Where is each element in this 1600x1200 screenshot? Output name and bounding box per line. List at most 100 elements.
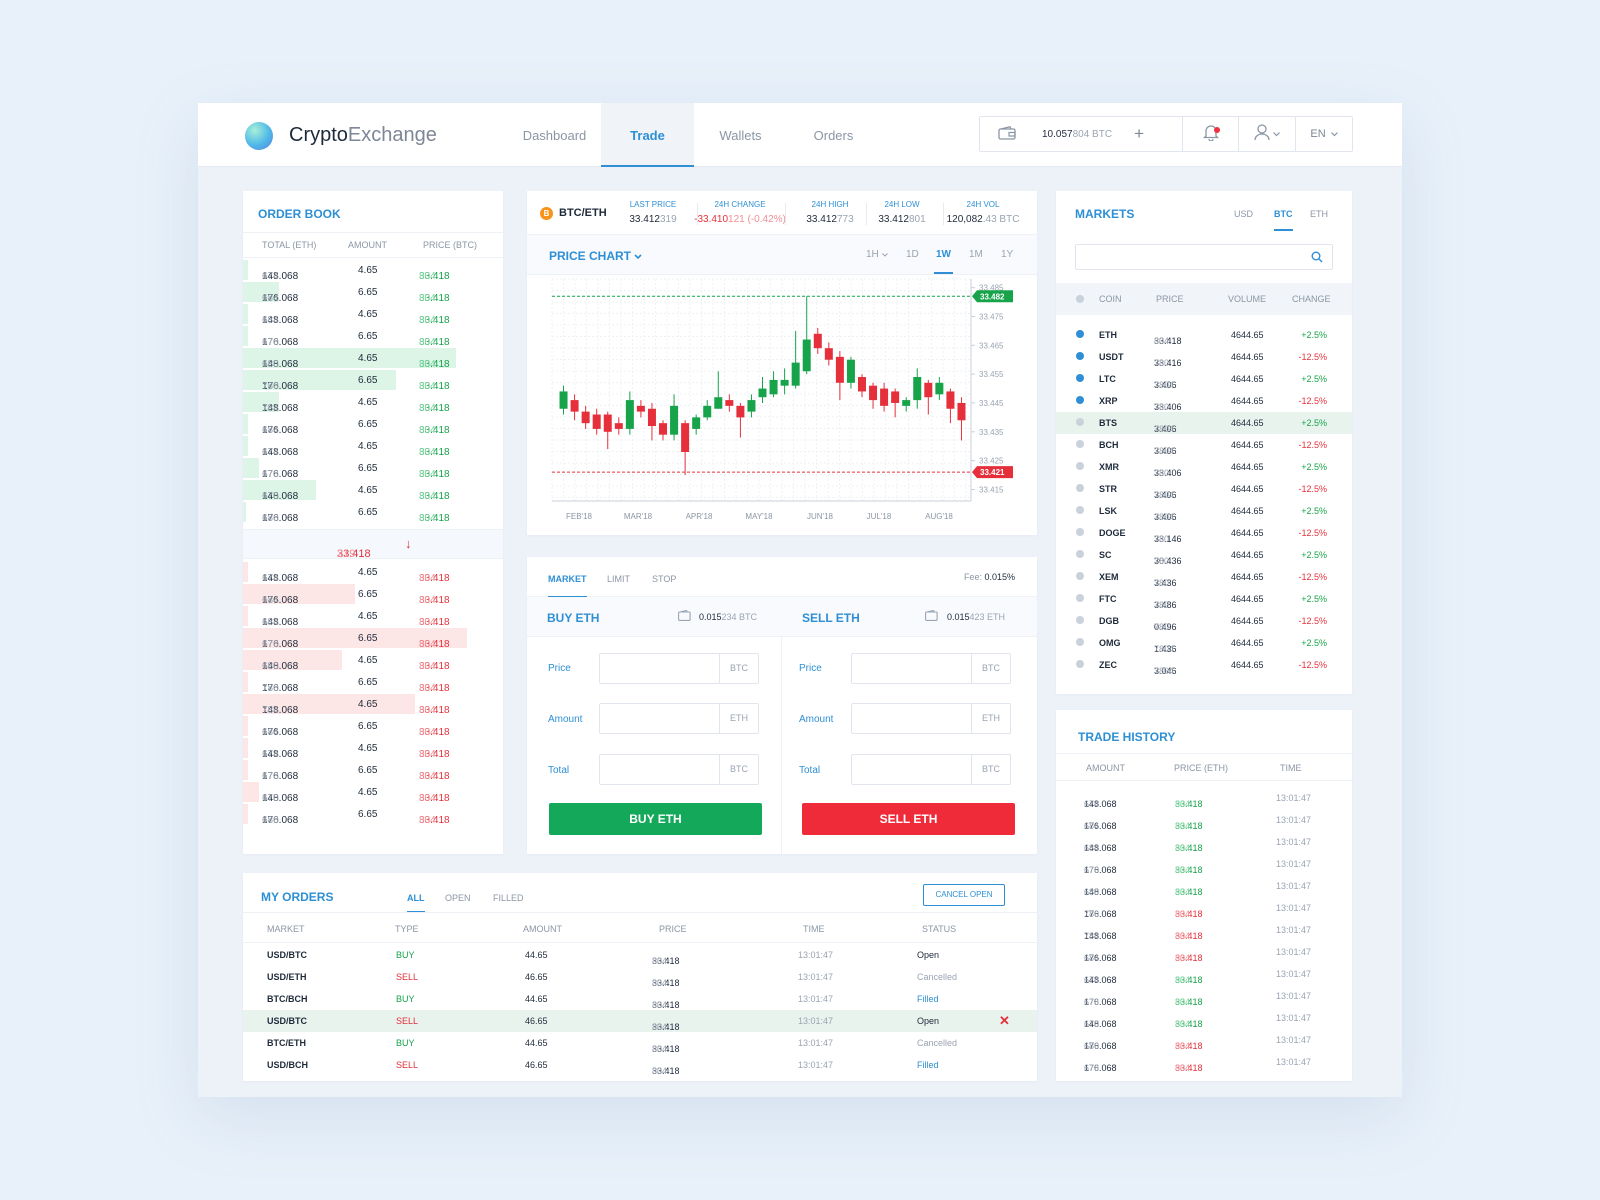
nav-dashboard[interactable]: Dashboard	[508, 103, 601, 167]
nav-wallets[interactable]: Wallets	[694, 103, 787, 167]
order-row[interactable]: 176.068 680 6.65 33.418 804	[243, 803, 503, 826]
markets-tab-btc[interactable]: BTC	[1274, 209, 1293, 231]
order-row[interactable]: 148.068 674 4.65 33.418 804	[243, 737, 503, 760]
order-row[interactable]: 176.068 684 6.65 33.418 804	[243, 583, 503, 606]
star-icon-active[interactable]	[1076, 396, 1084, 404]
order-row[interactable]: 148.068 680 4.65 33.418 804	[243, 347, 503, 370]
market-row[interactable]: DGB 0.496 780 4644.65 -12.5%	[1056, 610, 1352, 632]
star-icon[interactable]	[1076, 484, 1084, 492]
orders-tab-filled[interactable]: FILLED	[493, 893, 524, 903]
timeframe-1w[interactable]: 1W	[934, 249, 953, 274]
tab-stop[interactable]: STOP	[652, 574, 676, 584]
market-row[interactable]: XMR 33.406 780 4644.65 +2.5%	[1056, 456, 1352, 478]
market-row[interactable]: LSK 3.406 7804 4644.65 +2.5%	[1056, 500, 1352, 522]
user-menu[interactable]	[1239, 117, 1296, 151]
language-select[interactable]: EN	[1296, 117, 1352, 151]
timeframe-1d[interactable]: 1D	[906, 249, 919, 260]
star-icon[interactable]	[1076, 506, 1084, 514]
sell-amount-input[interactable]: ETH	[851, 703, 1011, 734]
market-row[interactable]: XRP 33.406 780 4644.65 -12.5%	[1056, 390, 1352, 412]
market-row[interactable]: ZEC 3.046 7804 4644.65 -12.5%	[1056, 654, 1352, 676]
brand-logo[interactable]: CryptoExchange	[289, 124, 437, 147]
star-icon-active[interactable]	[1076, 330, 1084, 338]
tab-market[interactable]: MARKET	[548, 574, 587, 598]
order-row[interactable]: 148.068 674 4.65 33.418 804	[243, 561, 503, 584]
sell-eth-button[interactable]: SELL ETH	[802, 803, 1015, 835]
order-row[interactable]: USD/BCH SELL 46.65 33.418 804 13:01:47 Filled	[243, 1054, 1037, 1076]
market-row[interactable]: ETH 33.418 804 4644.65 +2.5%	[1056, 324, 1352, 346]
market-row[interactable]: BCH 3.406 7804 4644.65 -12.5%	[1056, 434, 1352, 456]
order-row[interactable]: 176.068 780 6.65 33.418 804	[243, 369, 503, 392]
order-row[interactable]: 176.068 684 6.65 33.418 804	[243, 413, 503, 436]
star-icon[interactable]	[1076, 660, 1084, 668]
order-row[interactable]: 176.068 684 6.65 33.418 804	[243, 715, 503, 738]
buy-amount-input[interactable]: ETH	[599, 703, 759, 734]
wallet-balance[interactable]: 10.057804 BTC +	[980, 117, 1183, 151]
markets-tab-usd[interactable]: USD	[1234, 209, 1253, 219]
star-icon-active[interactable]	[1076, 374, 1084, 382]
star-icon[interactable]	[1076, 462, 1084, 470]
order-row[interactable]: 176.068 780 6.65 33.418 804	[243, 671, 503, 694]
cancel-open-button[interactable]: CANCEL OPEN	[923, 884, 1005, 906]
col-coin[interactable]: COIN	[1099, 294, 1122, 304]
order-row[interactable]: 148.068 784 4.65 33.418 804	[243, 693, 503, 716]
order-row[interactable]: 176.068 680 6.65 33.418 804	[243, 501, 503, 524]
candlestick-chart[interactable]: 33.48533.47533.46533.45533.44533.43533.4…	[527, 275, 1037, 535]
markets-tab-eth[interactable]: ETH	[1310, 209, 1328, 219]
market-row[interactable]: STR 3.406 7804 4644.65 -12.5%	[1056, 478, 1352, 500]
col-price[interactable]: PRICE	[1156, 294, 1184, 304]
star-icon[interactable]	[1076, 440, 1084, 448]
nav-orders[interactable]: Orders	[787, 103, 880, 167]
market-row[interactable]: XEM 3.436 780 4644.65 -12.5%	[1056, 566, 1352, 588]
notifications-button[interactable]	[1183, 117, 1239, 151]
sell-total-input[interactable]: BTC	[851, 754, 1011, 785]
col-volume[interactable]: VOLUME	[1228, 294, 1266, 304]
timeframe-1m[interactable]: 1M	[969, 249, 983, 260]
market-row[interactable]: FTC 3.486 780 4644.65 +2.5%	[1056, 588, 1352, 610]
order-row[interactable]: 148.068 674 4.65 33.418 804	[243, 259, 503, 282]
market-row[interactable]: OMG 1.436 7804 4644.65 +2.5%	[1056, 632, 1352, 654]
market-row[interactable]: LTC 3.406 7804 4644.65 +2.5%	[1056, 368, 1352, 390]
order-row[interactable]: 148.068 670 4.65 33.418 804	[243, 479, 503, 502]
timeframe-1y[interactable]: 1Y	[1001, 249, 1013, 260]
buy-total-input[interactable]: BTC	[599, 754, 759, 785]
star-icon[interactable]	[1076, 550, 1084, 558]
tab-limit[interactable]: LIMIT	[607, 574, 630, 584]
orders-tab-open[interactable]: OPEN	[445, 893, 471, 903]
star-icon[interactable]	[1076, 572, 1084, 580]
order-row[interactable]: 148.068 680 4.65 33.418 804	[243, 649, 503, 672]
market-row[interactable]: SC 30.436 780 4644.65 +2.5%	[1056, 544, 1352, 566]
order-row[interactable]: BTC/ETH BUY 44.65 33.418 804 13:01:47 Cancelle…	[243, 1032, 1037, 1054]
order-row[interactable]: USD/BTC SELL 46.65 33.418 804 13:01:47 Open ✕	[243, 1010, 1037, 1032]
star-icon[interactable]	[1076, 616, 1084, 624]
order-row[interactable]: 176.068 670 6.65 33.418 804	[243, 627, 503, 650]
order-row[interactable]: 148.068 784 4.65 33.418 804	[243, 391, 503, 414]
star-icon[interactable]	[1076, 528, 1084, 536]
order-row[interactable]: 176.068 684 6.65 33.418 804	[243, 281, 503, 304]
col-change[interactable]: CHANGE	[1292, 294, 1331, 304]
price-chart-title[interactable]: PRICE CHART	[549, 249, 642, 263]
orders-tab-all[interactable]: ALL	[407, 893, 425, 913]
star-icon[interactable]	[1076, 638, 1084, 646]
order-row[interactable]: 176.068 678 6.65 33.418 804	[243, 759, 503, 782]
order-row[interactable]: BTC/BCH BUY 44.65 33.418 804 13:01:47 Filled	[243, 988, 1037, 1010]
star-icon[interactable]	[1076, 594, 1084, 602]
pair-label[interactable]: BTC/ETH	[559, 207, 607, 219]
timeframe-1h[interactable]: 1H	[866, 249, 888, 260]
close-icon[interactable]: ✕	[999, 1013, 1010, 1029]
order-row[interactable]: 176.068 670 6.65 33.418 804	[243, 325, 503, 348]
search-icon[interactable]	[1311, 251, 1323, 266]
nav-trade[interactable]: Trade	[601, 103, 694, 167]
order-row[interactable]: USD/BTC BUY 44.65 33.418 804 13:01:47 Open	[243, 944, 1037, 966]
order-row[interactable]: 176.068 678 6.65 33.418 804	[243, 457, 503, 480]
order-row[interactable]: 148.068 674 4.65 33.418 804	[243, 435, 503, 458]
star-all-icon[interactable]	[1076, 295, 1084, 303]
order-row[interactable]: 148.068 684 4.65 33.418 804	[243, 605, 503, 628]
order-row[interactable]: 148.068 670 4.65 33.418 804	[243, 781, 503, 804]
sell-price-input[interactable]: BTC	[851, 653, 1011, 684]
buy-eth-button[interactable]: BUY ETH	[549, 803, 762, 835]
order-row[interactable]: 148.068 684 4.65 33.418 804	[243, 303, 503, 326]
market-row[interactable]: DOGE 33.146 780 4644.65 -12.5%	[1056, 522, 1352, 544]
star-icon[interactable]	[1076, 418, 1084, 426]
market-row[interactable]: USDT 33.416 780 4644.65 -12.5%	[1056, 346, 1352, 368]
